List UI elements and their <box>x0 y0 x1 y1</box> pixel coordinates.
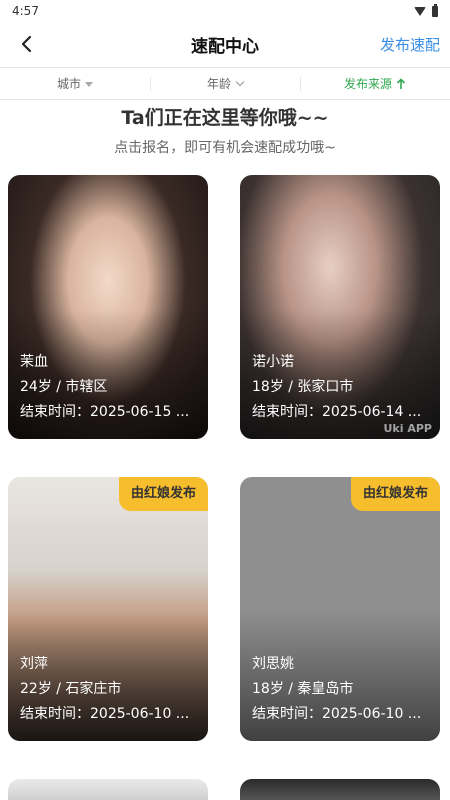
filter-source[interactable]: 发布来源 <box>300 75 450 92</box>
profile-age-city: 22岁 / 石家庄市 <box>20 681 122 697</box>
app-watermark: Uki APP <box>383 422 433 435</box>
chevron-down-icon <box>235 77 245 87</box>
profile-photo <box>8 779 208 800</box>
status-time: 4:57 <box>12 4 39 18</box>
section-subheading: 点击报名，即可有机会速配成功哦~ <box>114 140 336 156</box>
profile-card[interactable]: 茉血 24岁 / 市辖区 结束时间：2025-06-15 ... <box>8 175 208 439</box>
profile-name: 诺小诺 <box>252 354 294 370</box>
profile-card[interactable]: 诺小诺 18岁 / 张家口市 结束时间：2025-06-14 ... Uki A… <box>240 175 440 439</box>
profile-name: 刘思姚 <box>252 656 294 672</box>
profile-card[interactable]: 刘思姚 18岁 / 秦皇岛市 结束时间：2025-06-10 ... 由红娘发布 <box>240 477 440 741</box>
back-button[interactable] <box>14 30 38 58</box>
profile-age-city: 24岁 / 市辖区 <box>20 379 108 395</box>
profile-info: 茉血 24岁 / 市辖区 结束时间：2025-06-15 ... <box>20 350 198 425</box>
profile-name: 刘萍 <box>20 656 48 672</box>
section-heading: Ta们正在这里等你哦~~ <box>121 107 329 129</box>
battery-icon <box>432 3 438 17</box>
profile-end-time: 结束时间：2025-06-10 ... <box>252 706 422 722</box>
filter-city-label: 城市 <box>56 77 81 91</box>
filter-source-label: 发布来源 <box>343 77 392 91</box>
profile-photo <box>240 779 440 800</box>
profile-age-city: 18岁 / 张家口市 <box>252 379 354 395</box>
profile-end-time: 结束时间：2025-06-10 ... <box>20 706 190 722</box>
profile-card[interactable] <box>240 779 440 800</box>
profile-info: 刘思姚 18岁 / 秦皇岛市 结束时间：2025-06-10 ... <box>252 652 430 727</box>
matchmaker-badge: 由红娘发布 <box>118 477 208 511</box>
wifi-icon <box>414 6 426 16</box>
profile-info: 诺小诺 18岁 / 张家口市 结束时间：2025-06-14 ... <box>252 350 430 425</box>
page-title: 速配中心 <box>191 36 259 57</box>
filter-city[interactable]: 城市 <box>0 75 150 92</box>
chevron-left-icon <box>21 35 32 53</box>
profile-name: 茉血 <box>20 354 48 370</box>
caret-down-icon <box>85 81 93 87</box>
status-bar: 4:57 <box>0 0 450 22</box>
matchmaker-badge: 由红娘发布 <box>350 477 440 511</box>
profile-info: 刘萍 22岁 / 石家庄市 结束时间：2025-06-10 ... <box>20 652 198 727</box>
filter-age[interactable]: 年龄 <box>150 75 300 92</box>
publish-match-button[interactable]: 发布速配 <box>380 34 440 55</box>
status-icons <box>414 3 438 17</box>
profile-end-time: 结束时间：2025-06-15 ... <box>20 404 190 420</box>
profile-card[interactable] <box>8 779 208 800</box>
profile-card[interactable]: 刘萍 22岁 / 石家庄市 结束时间：2025-06-10 ... 由红娘发布 <box>8 477 208 741</box>
arrow-up-icon <box>396 77 406 90</box>
profile-age-city: 18岁 / 秦皇岛市 <box>252 681 354 697</box>
filter-age-label: 年龄 <box>206 77 231 91</box>
filter-bar: 城市 年龄 发布来源 <box>0 67 450 100</box>
nav-bar: 速配中心 发布速配 <box>0 22 450 66</box>
